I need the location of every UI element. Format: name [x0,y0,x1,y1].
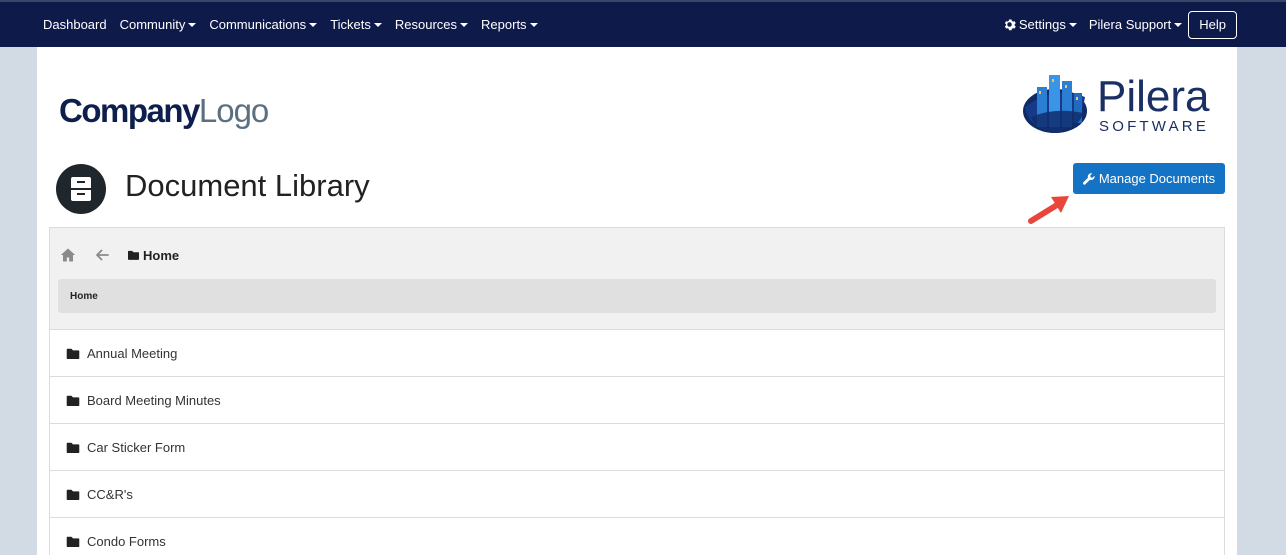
nav-dashboard[interactable]: Dashboard [43,17,107,32]
caret-down-icon [460,22,469,27]
folder-row-board-meeting-minutes[interactable]: Board Meeting Minutes [50,377,1224,424]
folder-row-annual-meeting[interactable]: Annual Meeting [50,330,1224,377]
file-cabinet-icon [56,164,106,214]
folder-icon [128,250,139,260]
nav-reports[interactable]: Reports [481,17,538,32]
nav-community-label: Community [119,17,186,32]
help-button[interactable]: Help [1188,10,1237,39]
folder-icon [66,442,80,453]
nav-settings[interactable]: Settings [1003,17,1077,32]
company-logo: Company Logo [59,77,269,129]
pilera-wordmark: Pilera [1097,72,1210,121]
nav-resources[interactable]: Resources [394,17,469,32]
nav-tickets[interactable]: Tickets [330,17,382,32]
folder-icon [66,489,80,500]
folder-icon [66,536,80,547]
wrench-icon [1082,172,1095,185]
folder-label: Condo Forms [87,533,166,549]
folder-label: Annual Meeting [87,345,178,361]
manage-documents-button[interactable]: Manage Documents [1073,163,1225,194]
library-toolbar: Home [60,246,179,264]
nav-dashboard-label: Dashboard [43,17,107,32]
manage-documents-label: Manage Documents [1098,171,1216,186]
folder-icon [66,395,80,406]
pilera-logo: Pilera SOFTWARE [1021,67,1221,137]
gear-icon [1004,19,1016,31]
nav-tickets-label: Tickets [330,17,371,32]
folder-icon [66,348,80,359]
nav-communications-label: Communications [209,17,307,32]
folder-row-condo-forms[interactable]: Condo Forms [50,518,1224,555]
page-container: Company Logo Pilera SOFTWARE Document Li… [37,47,1237,555]
nav-resources-label: Resources [394,17,458,32]
top-navbar: Dashboard Community Communications Ticke… [0,0,1286,47]
company-logo-bold: Company [59,92,200,129]
company-logo-light: Logo [198,92,269,129]
caret-down-icon [529,22,538,27]
user-nav: Settings Pilera Support Help [991,2,1237,47]
nav-user-label: Pilera Support [1088,17,1172,32]
main-nav: Dashboard Community Communications Ticke… [43,17,551,32]
caret-down-icon [373,22,382,27]
folder-row-car-sticker-form[interactable]: Car Sticker Form [50,424,1224,471]
caret-down-icon [1174,22,1183,27]
nav-community[interactable]: Community [120,17,197,32]
folder-label: Board Meeting Minutes [87,392,221,408]
nav-communications[interactable]: Communications [209,17,318,32]
pilera-subtitle: SOFTWARE [1099,118,1210,135]
caret-down-icon [1068,22,1077,27]
nav-settings-label: Settings [1018,17,1066,32]
home-icon[interactable] [60,247,76,263]
annotation-arrow-icon [1028,196,1069,224]
folder-row-ccrs[interactable]: CC&R's [50,471,1224,518]
page-title: Document Library [125,168,370,203]
breadcrumb-home[interactable]: Home [70,291,98,302]
library-header: Home Home [50,228,1224,330]
folder-label: CC&R's [87,486,133,502]
nav-reports-label: Reports [481,17,527,32]
breadcrumb: Home [58,279,1216,313]
caret-down-icon [309,22,318,27]
document-library-panel: Home Home Annual Meeting Board Meeting M… [49,227,1225,555]
pilera-building-icon [1023,75,1087,133]
nav-user-menu[interactable]: Pilera Support [1088,17,1183,32]
back-arrow-icon[interactable] [94,247,110,263]
folder-label: Car Sticker Form [87,439,186,455]
caret-down-icon [188,22,197,27]
current-folder-label: Home [143,247,180,263]
current-folder: Home [128,248,179,263]
